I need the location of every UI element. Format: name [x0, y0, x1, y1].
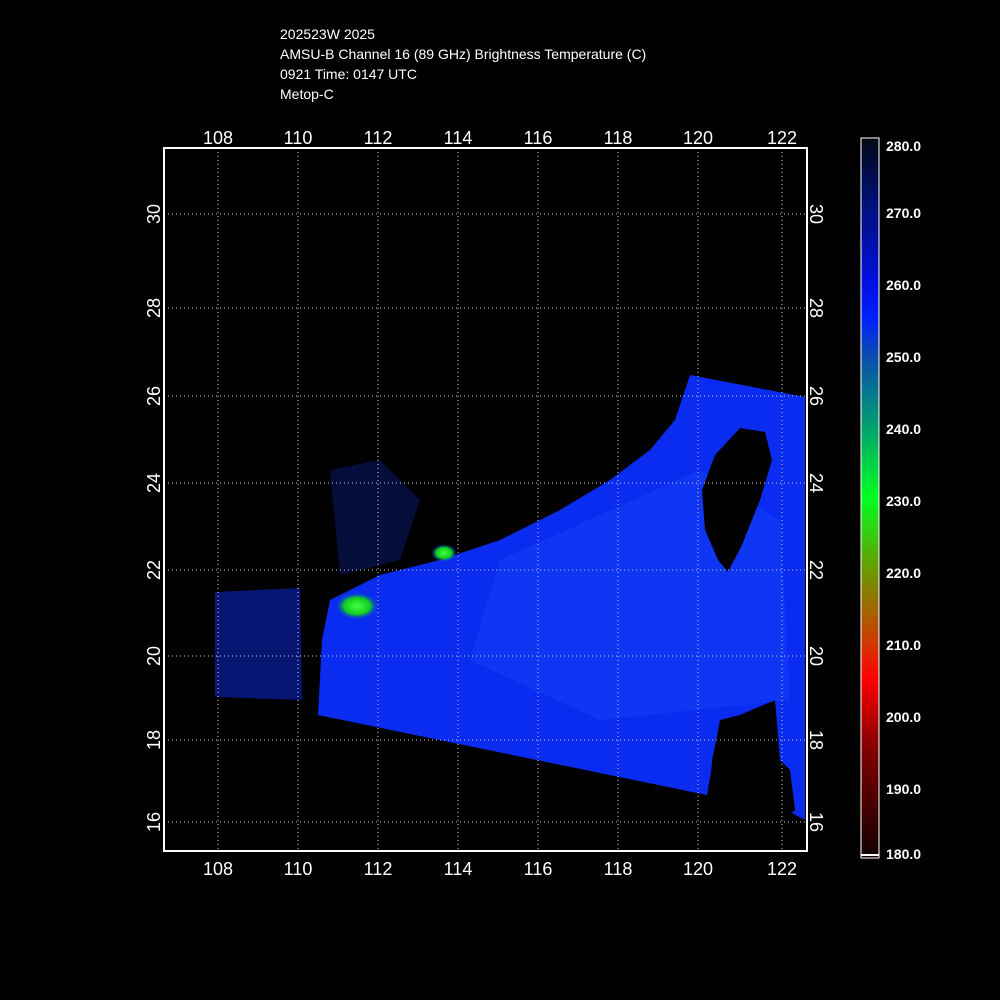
lat-label-right: 20: [806, 646, 826, 666]
lon-label-bottom: 112: [364, 859, 393, 879]
colorbar-label: 210.0: [886, 637, 922, 653]
lat-label-left: 26: [144, 386, 164, 406]
lat-label-left: 20: [144, 646, 164, 666]
lat-label-right: 30: [806, 204, 826, 224]
colorbar-label: 230.0: [886, 493, 922, 509]
colorbar-label: 270.0: [886, 205, 922, 221]
data-swath: [215, 375, 805, 820]
map-plot: 108 108 110 110 112 112 114 114 116 116 118 118 120 1…: [144, 128, 880, 879]
lat-label-left: 28: [144, 298, 164, 318]
lat-label-left: 16: [144, 812, 164, 832]
lon-label-bottom: 108: [203, 859, 233, 879]
colorbar-label: 180.0: [886, 846, 922, 862]
lon-label-bottom: 120: [683, 859, 713, 879]
lat-label-right: 24: [806, 473, 826, 493]
colorbar-label: 200.0: [886, 709, 922, 725]
colorbar-label: 250.0: [886, 349, 922, 365]
lat-label-left: 30: [144, 204, 164, 224]
lat-label-left: 22: [144, 560, 164, 580]
lon-label-bottom: 114: [444, 859, 473, 879]
lat-label-right: 28: [806, 298, 826, 318]
lat-label-left: 18: [144, 730, 164, 750]
lat-label-right: 18: [806, 730, 826, 750]
lon-label-top: 116: [524, 128, 553, 148]
lon-label-top: 114: [444, 128, 473, 148]
convection-cell: [431, 544, 457, 562]
lon-label-top: 110: [284, 128, 313, 148]
lat-label-right: 26: [806, 386, 826, 406]
lon-label-bottom: 116: [524, 859, 553, 879]
lon-label-top: 108: [203, 128, 233, 148]
lon-label-bottom: 118: [604, 859, 633, 879]
lon-label-top: 112: [364, 128, 393, 148]
lat-label-right: 22: [806, 560, 826, 580]
lon-label-bottom: 110: [284, 859, 313, 879]
colorbar-label: 240.0: [886, 421, 922, 437]
colorbar: [860, 137, 880, 859]
colorbar-label: 190.0: [886, 781, 922, 797]
colorbar-label: 260.0: [886, 277, 922, 293]
convection-cell: [335, 592, 379, 620]
colorbar-label: 220.0: [886, 565, 922, 581]
colorbar-label: 280.0: [886, 138, 922, 154]
lon-label-top: 120: [683, 128, 713, 148]
lat-label-right: 16: [806, 812, 826, 832]
lon-label-top: 122: [767, 128, 797, 148]
lon-label-top: 118: [604, 128, 633, 148]
lon-label-bottom: 122: [767, 859, 797, 879]
lat-label-left: 24: [144, 473, 164, 493]
